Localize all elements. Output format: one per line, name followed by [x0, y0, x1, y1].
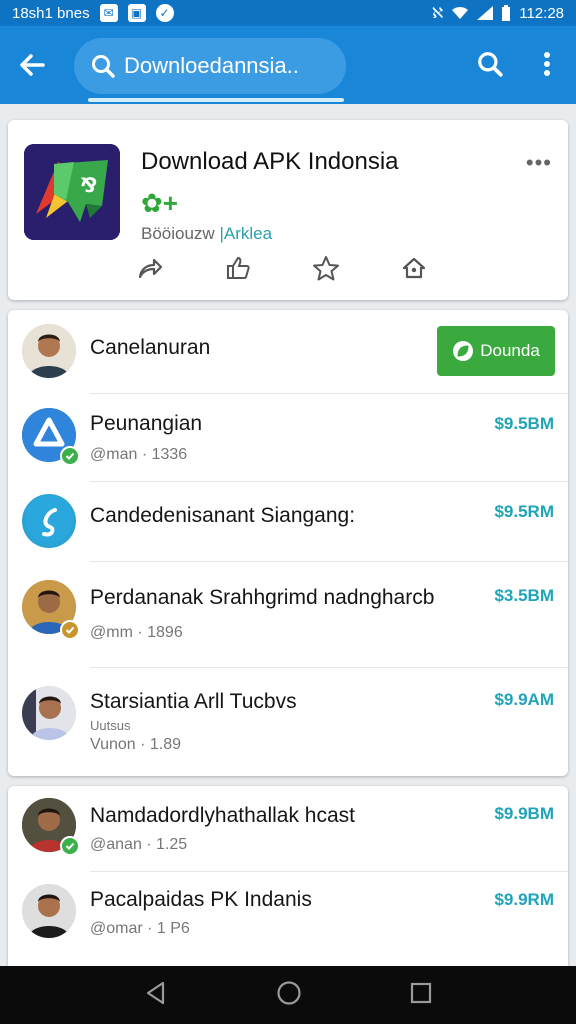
status-bar: 18sh1 bnes ✉ ▣ ✓ ℵ 112:28: [0, 0, 576, 26]
nfc-icon: ℵ: [432, 5, 444, 22]
list-item[interactable]: Canelanuran Dounda: [8, 310, 568, 394]
app-bar: Downloedannsia..: [0, 26, 576, 104]
download-button-label: Dounda: [480, 341, 540, 360]
home-icon: [402, 257, 426, 279]
back-button[interactable]: [0, 33, 64, 97]
thumbs-up-icon: [227, 256, 250, 279]
list-item-title: Namdadordlyhathallak hcast: [90, 804, 355, 827]
nav-back-button[interactable]: [143, 980, 169, 1011]
search-button[interactable]: [468, 42, 512, 86]
star-icon: [313, 256, 339, 281]
system-nav-bar: [0, 966, 576, 1024]
list-item-title: Pacalpaidas PK Indanis: [90, 888, 312, 911]
more-results-list: Namdadordlyhathallak hcast @anan · 1.25 …: [8, 786, 568, 966]
list-item[interactable]: Perdananak Srahhgrimd nadngharcb @mm · 1…: [8, 562, 568, 668]
battery-icon: [502, 5, 511, 21]
avatar: [22, 686, 76, 740]
price-label: $9.5BM: [494, 414, 554, 433]
app-card[interactable]: ⅋ Download APK Indonsia ••• ✿+ Bööiouzw …: [8, 120, 568, 300]
list-item[interactable]: Starsiantia Arll Tucbvs Uutsus Vunon · 1…: [8, 668, 568, 776]
like-button[interactable]: [224, 254, 252, 282]
app-developer: Bööiouzw: [141, 224, 220, 243]
search-icon: [478, 52, 503, 77]
list-item-subtitle: @mm · 1896: [90, 624, 183, 641]
list-item-title: Candedenisanant Siangang:: [90, 504, 356, 527]
messenger-icon: ✓: [155, 4, 174, 22]
app-actions: [136, 254, 428, 282]
app-logo-icon: ⅋: [24, 144, 120, 240]
rating-badge: ✿+: [141, 188, 178, 218]
search-underline: [88, 98, 344, 102]
list-item[interactable]: Peunangian @man · 1336 $9.5BM: [8, 394, 568, 482]
wifi-icon: [452, 6, 469, 19]
list-item-title: Peunangian: [90, 412, 203, 435]
status-left-text: 18sh1 bnes: [12, 4, 90, 22]
list-item-title: Starsiantia Arll Tucbvs: [90, 690, 297, 713]
app-category-tag[interactable]: |Arklea: [219, 224, 272, 243]
list-item[interactable]: Candedenisanant Siangang: $9.5RM: [8, 482, 568, 562]
results-list: Canelanuran Dounda Peunangian @man · 133…: [8, 310, 568, 776]
install-home-button[interactable]: [400, 254, 428, 282]
list-item-title: Perdananak Srahhgrimd nadngharcb: [90, 586, 435, 609]
list-item-subtitle: @anan · 1.25: [90, 836, 188, 853]
nav-home-button[interactable]: [276, 980, 302, 1011]
download-button[interactable]: Dounda: [437, 326, 555, 376]
nav-recents-button[interactable]: [409, 981, 433, 1010]
search-query: Downloedannsia..: [124, 53, 299, 78]
svg-text:⅋: ⅋: [80, 173, 97, 197]
circle-home-icon: [277, 980, 301, 1005]
verified-check-icon: [60, 446, 80, 466]
favorite-button[interactable]: [312, 254, 340, 282]
overflow-menu-button[interactable]: [525, 42, 569, 86]
list-item-meta: Vunon · 1.89: [90, 736, 182, 753]
badge-icon: [60, 620, 80, 640]
share-button[interactable]: [136, 254, 164, 282]
arrow-left-icon: [20, 54, 45, 76]
list-item-subtitle: @man · 1336: [90, 446, 188, 463]
list-item-subtitle: Uutsus: [90, 718, 131, 733]
price-label: $9.9RM: [494, 890, 554, 909]
list-item[interactable]: Namdadordlyhathallak hcast @anan · 1.25 …: [8, 786, 568, 872]
leaf-icon: [453, 341, 474, 361]
app-title: Download APK Indonsia: [141, 148, 399, 175]
search-input[interactable]: Downloedannsia..: [74, 38, 346, 94]
more-options-button[interactable]: •••: [526, 150, 552, 176]
app-avatar-icon: [22, 494, 76, 548]
more-vert-icon: [544, 52, 550, 76]
list-item-title: Canelanuran: [90, 336, 211, 359]
price-label: $9.5RM: [494, 502, 554, 521]
list-item-subtitle: @omar · 1 P6: [90, 920, 190, 937]
mail-icon: ▣: [127, 4, 146, 22]
price-label: $9.9AM: [494, 690, 554, 709]
verified-check-icon: [60, 836, 80, 856]
signal-icon: [477, 6, 494, 20]
search-icon: [92, 55, 115, 78]
list-item[interactable]: Pacalpaidas PK Indanis @omar · 1 P6 $9.9…: [8, 872, 568, 966]
triangle-back-icon: [147, 981, 165, 1004]
status-time: 112:28: [519, 4, 564, 22]
price-label: $3.5BM: [494, 586, 554, 605]
avatar: [22, 324, 76, 378]
app-meta: Bööiouzw |Arklea: [141, 224, 272, 244]
avatar: [22, 884, 76, 938]
square-recents-icon: [410, 982, 431, 1003]
share-icon: [138, 258, 163, 279]
notification-icon: ✉: [99, 4, 118, 22]
price-label: $9.9BM: [494, 804, 554, 823]
